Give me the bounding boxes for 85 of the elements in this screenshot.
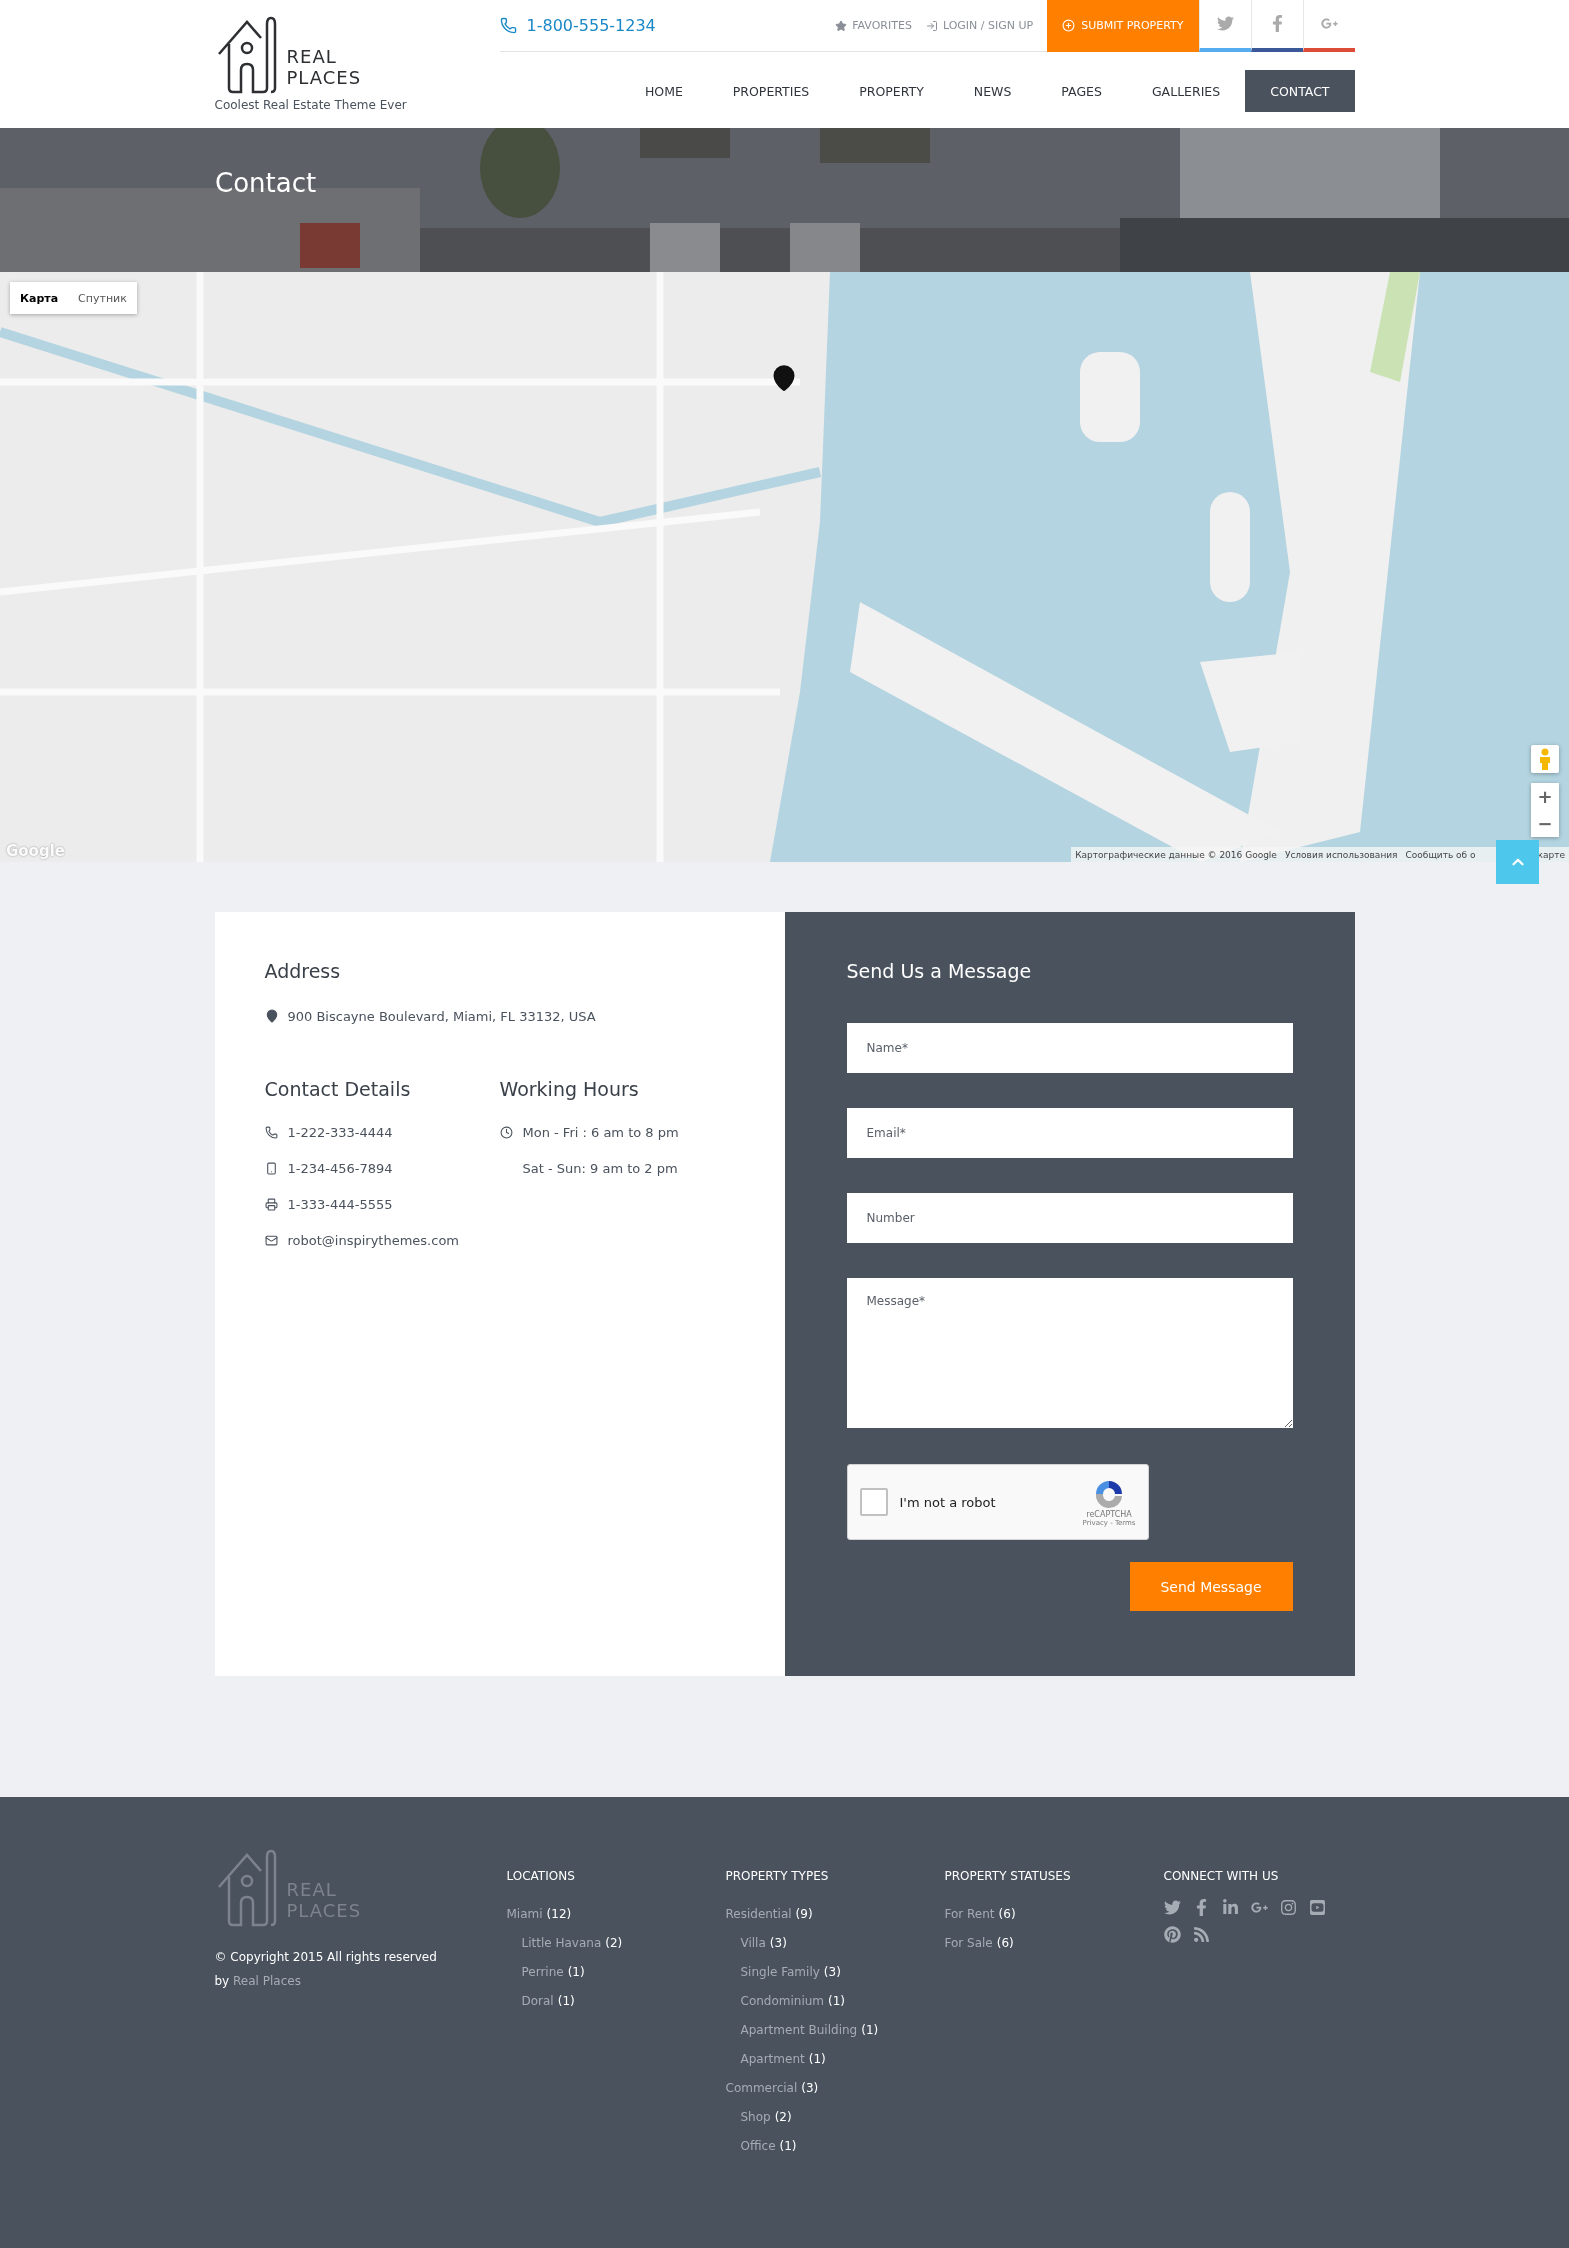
phone-number: 1-333-444-5555 bbox=[287, 1196, 393, 1212]
map-attribution: Картографические данные © 2016 Google bbox=[1075, 849, 1277, 860]
map-pin-icon bbox=[264, 1009, 279, 1023]
phone-number: 1-222-333-4444 bbox=[287, 1124, 393, 1140]
form-heading: Send Us a Message bbox=[846, 960, 1033, 982]
message-field[interactable]: Message* bbox=[846, 1278, 1293, 1428]
social-link[interactable] bbox=[1192, 1926, 1210, 1943]
footer-heading: PROPERTY TYPES bbox=[725, 1869, 830, 1883]
footer-link[interactable]: Residential (9) bbox=[725, 1899, 945, 1928]
address-text: 900 Biscayne Boulevard, Miami, FL 33132, USA bbox=[287, 1008, 596, 1024]
hours-text: Sat - Sun: 9 am to 2 pm bbox=[522, 1160, 678, 1176]
footer-heading: CONNECT WITH US bbox=[1163, 1869, 1280, 1883]
nav-item[interactable]: PAGES bbox=[1036, 70, 1127, 112]
map-type-button[interactable]: Карта bbox=[10, 282, 69, 314]
map-attribution[interactable]: Условия использования bbox=[1284, 849, 1398, 860]
input-field[interactable]: Email* bbox=[846, 1108, 1293, 1158]
pinterest-icon bbox=[1163, 1926, 1181, 1943]
input-field[interactable]: Number bbox=[846, 1193, 1293, 1243]
phone-link[interactable]: 1-800-555-1234 bbox=[499, 16, 656, 35]
social-link[interactable] bbox=[1250, 1899, 1268, 1916]
section-heading: Working Hours bbox=[499, 1078, 640, 1100]
youtube-icon bbox=[1308, 1899, 1326, 1916]
footer-link[interactable]: Perrine (1) bbox=[506, 1957, 726, 1986]
social-link[interactable] bbox=[1221, 1899, 1239, 1916]
rss-icon bbox=[1192, 1926, 1210, 1943]
footer-link[interactable]: Single Family (3) bbox=[725, 1957, 945, 1986]
footer-heading: PROPERTY STATUSES bbox=[944, 1869, 1072, 1883]
linkedin-icon bbox=[1221, 1899, 1239, 1916]
email-link[interactable]: robot@inspirythemes.com bbox=[287, 1232, 459, 1248]
mobile-icon bbox=[265, 1161, 278, 1175]
phone-number: 1-234-456-7894 bbox=[287, 1160, 393, 1176]
tagline: Coolest Real Estate Theme Ever bbox=[214, 98, 407, 112]
nav-item[interactable]: PROPERTY bbox=[834, 70, 949, 112]
zoom-in-button[interactable]: + bbox=[1531, 783, 1559, 810]
footer-link[interactable]: Miami (12) bbox=[506, 1899, 726, 1928]
captcha-checkbox[interactable] bbox=[859, 1488, 888, 1516]
footer-link[interactable]: For Sale (6) bbox=[944, 1928, 1164, 1957]
section-heading: Contact Details bbox=[264, 1078, 412, 1100]
footer-link[interactable]: Condominium (1) bbox=[725, 1986, 945, 2015]
input-field[interactable]: Name* bbox=[846, 1023, 1293, 1073]
nav-item[interactable]: PROPERTIES bbox=[707, 70, 835, 112]
nav-item[interactable]: GALLERIES bbox=[1126, 70, 1246, 112]
footer-link[interactable]: Apartment Building (1) bbox=[725, 2015, 945, 2044]
nav-item[interactable]: HOME bbox=[619, 70, 708, 112]
bird-icon bbox=[1216, 15, 1234, 32]
footer-link[interactable]: Apartment (1) bbox=[725, 2044, 945, 2073]
map-type-button[interactable]: Спутник bbox=[68, 282, 137, 314]
camera-icon bbox=[1279, 1899, 1297, 1916]
map-attribution[interactable]: Сообщить об о bbox=[1405, 849, 1476, 860]
plus-icon bbox=[1062, 19, 1076, 32]
nav-item[interactable]: NEWS bbox=[948, 70, 1037, 112]
footer-link[interactable]: Commercial (3) bbox=[725, 2073, 945, 2102]
star-icon bbox=[835, 19, 848, 32]
footer-link[interactable]: Little Havana (2) bbox=[506, 1928, 726, 1957]
captcha-label: I'm not a robot bbox=[899, 1494, 996, 1510]
google-plus-icon bbox=[1250, 1899, 1268, 1916]
footer-link[interactable]: Doral (1) bbox=[506, 1986, 726, 2015]
clock-icon bbox=[500, 1125, 513, 1139]
footer-link[interactable]: Villa (3) bbox=[725, 1928, 945, 1957]
footer-link[interactable]: Shop (2) bbox=[725, 2102, 945, 2131]
google-plus-icon bbox=[1320, 15, 1338, 32]
hours-text: Mon - Fri : 6 am to 8 pm bbox=[522, 1124, 679, 1140]
social-link[interactable] bbox=[1279, 1899, 1297, 1916]
social-button[interactable] bbox=[1250, 0, 1303, 52]
logo-text: REAL PLACES bbox=[286, 46, 362, 90]
recaptcha-brand: reCAPTCHA bbox=[1086, 1509, 1132, 1519]
envelope-icon bbox=[265, 1233, 278, 1247]
printer-icon bbox=[265, 1197, 278, 1211]
phone-icon bbox=[499, 17, 517, 34]
nav-item[interactable]: CONTACT bbox=[1245, 70, 1355, 112]
copyright-text: © Copyright 2015 All rights reserved by Real Places bbox=[214, 1949, 438, 1990]
footer-link[interactable]: Real Places bbox=[233, 1974, 301, 1988]
footer-link[interactable]: For Rent (6) bbox=[944, 1899, 1164, 1928]
sign-in-icon bbox=[925, 19, 938, 32]
figure-icon bbox=[1539, 748, 1551, 770]
phone-icon bbox=[265, 1125, 278, 1139]
social-button[interactable] bbox=[1302, 0, 1355, 52]
zoom-out-button[interactable]: − bbox=[1531, 810, 1559, 837]
footer-heading: LOCATIONS bbox=[506, 1869, 576, 1883]
social-link[interactable] bbox=[1163, 1899, 1181, 1916]
footer-link[interactable]: Office (1) bbox=[725, 2131, 945, 2160]
bird-icon bbox=[1163, 1899, 1181, 1916]
section-heading: Address bbox=[264, 960, 342, 982]
social-link[interactable] bbox=[1163, 1926, 1181, 1943]
social-link[interactable] bbox=[1308, 1899, 1326, 1916]
